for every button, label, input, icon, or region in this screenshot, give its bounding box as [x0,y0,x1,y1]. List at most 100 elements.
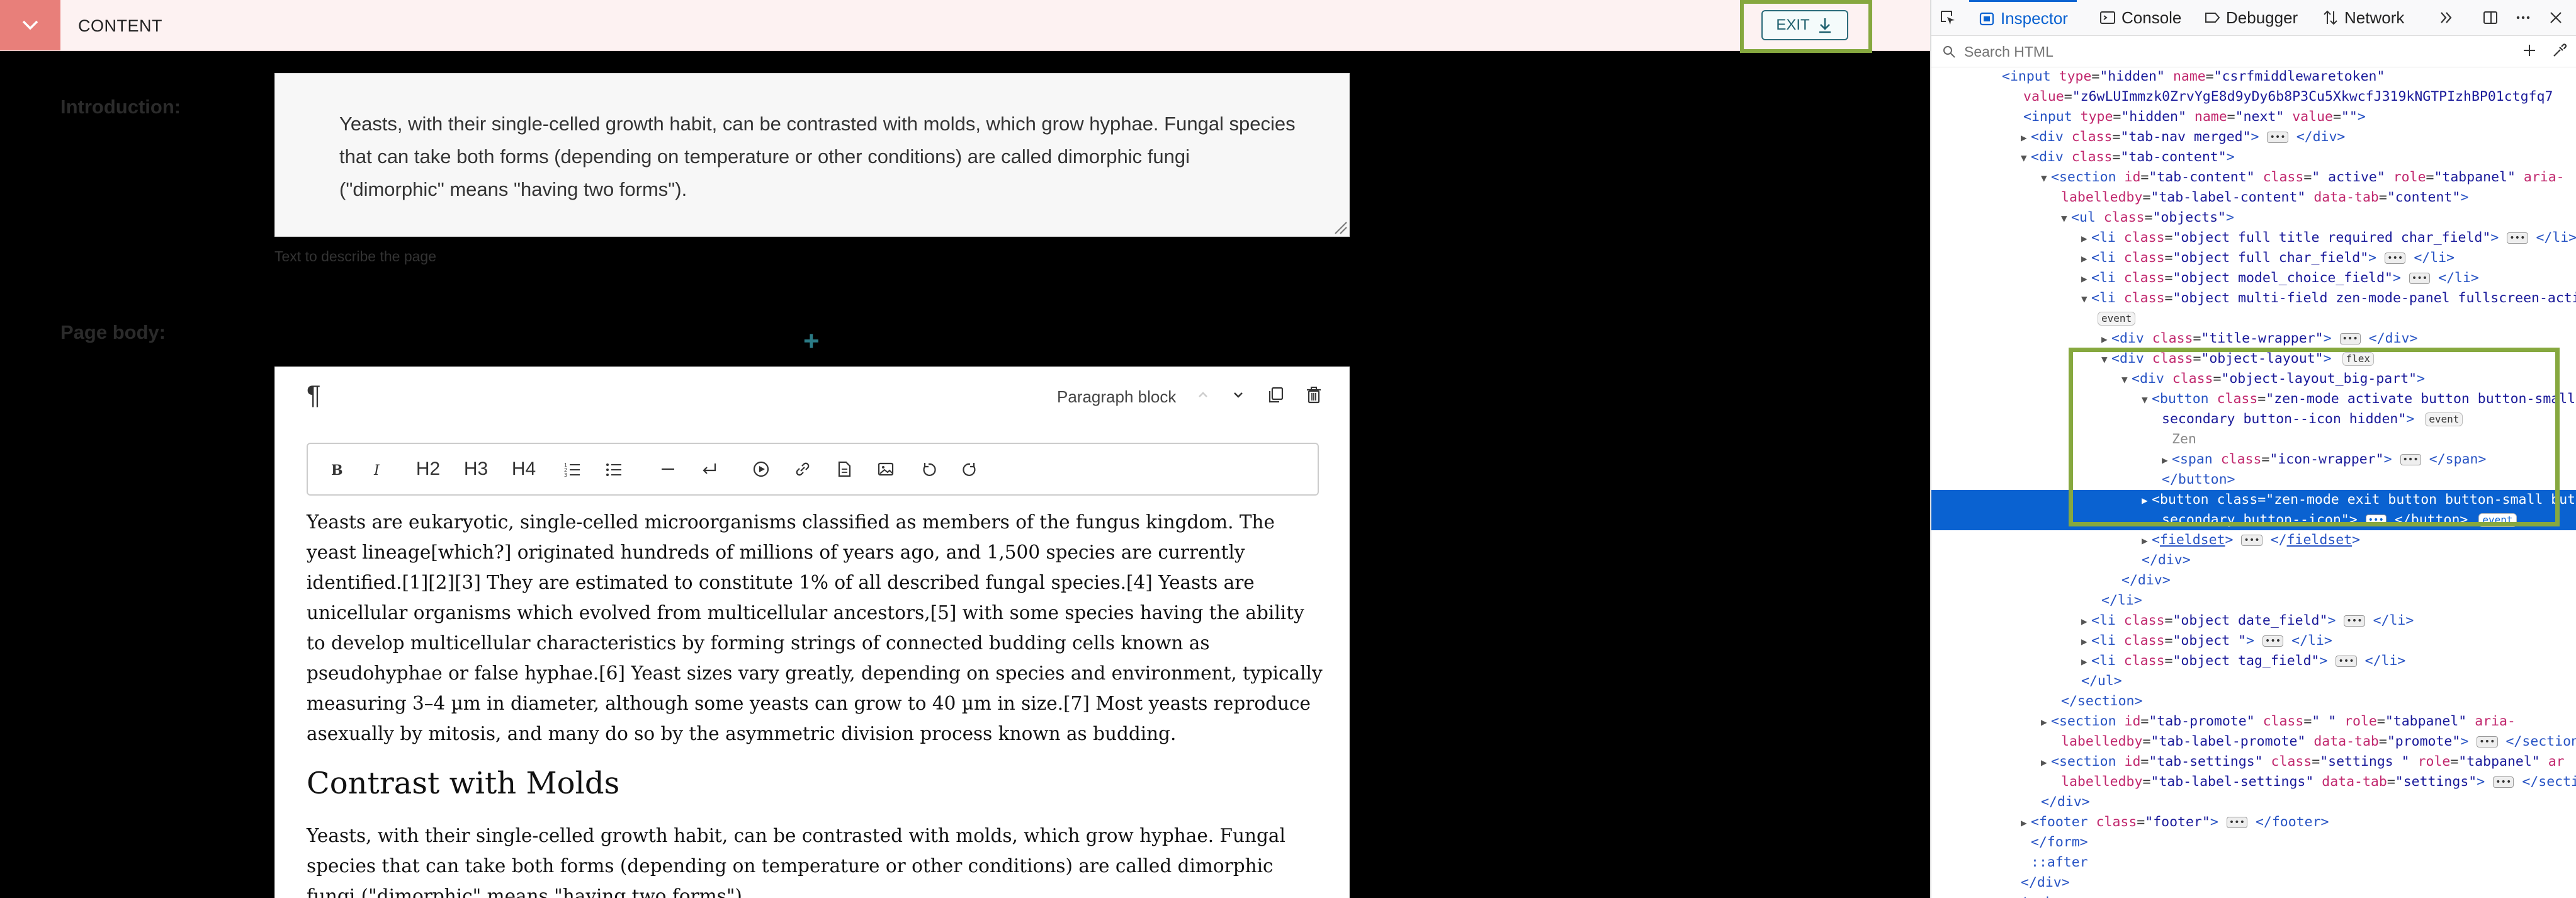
markup-node-line[interactable]: labelledby="tab-label-content" data-tab=… [1931,188,2576,208]
collapse-button[interactable] [0,0,60,50]
more-tools-button[interactable] [2436,8,2456,28]
bulleted-list-button[interactable] [601,444,626,494]
collapsed-toggle-icon[interactable]: ▶ [2041,753,2051,773]
collapsed-toggle-icon[interactable]: ▶ [2142,531,2152,551]
move-up-button[interactable] [1192,382,1214,407]
h3-button[interactable]: H3 [460,444,492,494]
add-node-button[interactable] [2519,40,2539,60]
introduction-textarea[interactable]: Yeasts, with their single-celled growth … [274,73,1350,237]
document-link-button[interactable] [832,444,857,494]
collapsed-toggle-icon[interactable]: ▶ [2041,712,2051,732]
expanded-toggle-icon[interactable]: ▼ [2021,148,2031,168]
markup-node-line[interactable]: ::after [1931,853,2576,873]
collapsed-toggle-icon[interactable]: ▶ [2081,611,2091,632]
markup-node-line[interactable]: value="z6wLUImmzk0ZrvYgE8d9yDy6b8P3Cu5Xk… [1931,87,2576,107]
expanded-toggle-icon[interactable]: ▼ [2081,289,2091,309]
collapsed-toggle-icon[interactable]: ▶ [2081,632,2091,652]
markup-node-line[interactable]: ▶ <div class="tab-nav merged"> ••• </div> [1931,127,2576,147]
tab-network[interactable]: Network [2322,0,2404,35]
markup-node-line[interactable]: ▶ <section id="tab-promote" class=" " rol… [1931,712,2576,732]
markup-node-line[interactable]: </div> [1931,550,2576,571]
markup-node-line[interactable]: ▶ <li class="object "> ••• </li> [1931,631,2576,651]
markup-node-line[interactable]: ▼ <div class="object-layout_big-part"> [1931,369,2576,389]
tab-console[interactable]: Console [2099,0,2181,35]
exit-zen-mode-button[interactable]: EXIT [1761,10,1848,40]
markup-node-line[interactable]: </form> [1931,833,2576,853]
markup-node-line[interactable]: ▼ <li class="object multi-field zen-mode-… [1931,288,2576,309]
tab-debugger[interactable]: Debugger [2203,0,2298,35]
embed-media-button[interactable] [749,444,774,494]
markup-node-line[interactable]: ▶ <li class="object tag_field"> ••• </li> [1931,651,2576,671]
markup-node-line[interactable]: labelledby="tab-label-settings" data-tab… [1931,772,2576,792]
image-button[interactable] [873,444,898,494]
expanded-toggle-icon[interactable]: ▼ [2041,168,2051,188]
markup-node-line[interactable]: labelledby="tab-label-promote" data-tab=… [1931,732,2576,752]
h4-button[interactable]: H4 [508,444,539,494]
resize-grip-icon[interactable] [1331,219,1348,235]
collapsed-toggle-icon[interactable]: ▶ [2021,128,2031,148]
ordered-list-button[interactable]: 123 [560,444,585,494]
eyedropper-button[interactable] [2550,40,2570,60]
pick-element-button[interactable] [1938,8,1958,28]
move-down-button[interactable] [1227,382,1250,407]
tab-inspector[interactable]: Inspector [1969,0,2077,35]
collapsed-toggle-icon[interactable]: ▶ [2162,450,2172,470]
collapsed-toggle-icon[interactable]: ▶ [2142,491,2152,511]
markup-node-line[interactable]: ▶ <button class="zen-mode exit button but… [1931,490,2576,510]
redo-button[interactable] [958,444,983,494]
markup-node-line[interactable]: ▼ <div class="object-layout"> flex [1931,349,2576,369]
collapsed-toggle-icon[interactable]: ▶ [2101,329,2111,350]
expanded-toggle-icon[interactable]: ▼ [2142,390,2152,410]
markup-node-line[interactable]: </button> [1931,470,2576,490]
page-body-editor[interactable]: Yeasts are eukaryotic, single-celled mic… [307,507,1326,898]
dock-side-button[interactable] [2480,8,2500,28]
collapsed-toggle-icon[interactable]: ▶ [2081,269,2091,289]
close-devtools-button[interactable] [2546,8,2566,28]
markup-node-line[interactable]: Zen [1931,429,2576,450]
undo-button[interactable] [916,444,941,494]
italic-button[interactable]: I [364,444,390,494]
markup-node-line[interactable]: ▶ <li class="object model_choice_field"> … [1931,268,2576,288]
markup-node-line[interactable]: ▶ <li class="object full title required c… [1931,228,2576,248]
delete-block-button[interactable] [1302,382,1325,407]
markup-node-line[interactable]: ▶ <fieldset> ••• </fieldset> [1931,530,2576,550]
markup-node-line[interactable]: ▼ <section id="tab-content" class=" activ… [1931,168,2576,188]
collapsed-toggle-icon[interactable]: ▶ [2021,813,2031,833]
options-menu-button[interactable] [2513,8,2533,28]
markup-node-line[interactable]: ▶ <footer class="footer"> ••• </footer> [1931,812,2576,833]
markup-node-line[interactable]: </div> [1931,571,2576,591]
collapsed-toggle-icon[interactable]: ▶ [2081,249,2091,269]
horizontal-rule-button[interactable] [655,444,681,494]
duplicate-block-button[interactable] [1265,382,1287,407]
markup-node-line[interactable]: ▶ <div class="title-wrapper"> ••• </div> [1931,329,2576,349]
markup-node-line[interactable]: ▼ <ul class="objects"> [1931,208,2576,228]
markup-node-line[interactable]: </section> [1931,691,2576,712]
markup-node-line[interactable]: <input type="hidden" name="csrfmiddlewar… [1931,67,2576,87]
collapsed-toggle-icon[interactable]: ▶ [2081,229,2091,249]
markup-node-line[interactable]: secondary button--icon hidden"> event [1931,409,2576,429]
line-break-button[interactable] [697,444,722,494]
markup-node-line[interactable]: event [1931,309,2576,329]
bold-button[interactable]: B [323,444,348,494]
markup-node-line[interactable]: <input type="hidden" name="next" value="… [1931,107,2576,127]
markup-node-line[interactable]: ▼ <div class="tab-content"> [1931,147,2576,168]
markup-node-line[interactable]: ▶ <li class="object date_field"> ••• </li… [1931,611,2576,631]
expanded-toggle-icon[interactable]: ▼ [2061,208,2071,229]
markup-node-line[interactable]: ▼ <button class="zen-mode activate button… [1931,389,2576,409]
markup-node-line[interactable]: secondary button--icon"> ••• </button> e… [1931,510,2576,530]
search-html-input[interactable] [1963,40,2500,63]
markup-node-line[interactable]: ▶ <section id="tab-settings" class="setti… [1931,752,2576,772]
expanded-toggle-icon[interactable]: ▼ [2121,370,2132,390]
markup-node-line[interactable]: </div> [1931,873,2576,893]
h2-button[interactable]: H2 [412,444,444,494]
add-block-plus-icon[interactable]: + [803,327,820,355]
markup-node-line[interactable]: </main> [1931,893,2576,898]
markup-node-line[interactable]: </ul> [1931,671,2576,691]
expanded-toggle-icon[interactable]: ▼ [2101,350,2111,370]
markup-node-line[interactable]: ▶ <li class="object full char_field"> •••… [1931,248,2576,268]
link-button[interactable] [790,444,815,494]
collapsed-toggle-icon[interactable]: ▶ [2081,652,2091,672]
markup-node-line[interactable]: </li> [1931,591,2576,611]
markup-node-line[interactable]: </div> [1931,792,2576,812]
markup-node-line[interactable]: ▶ <span class="icon-wrapper"> ••• </span> [1931,450,2576,470]
